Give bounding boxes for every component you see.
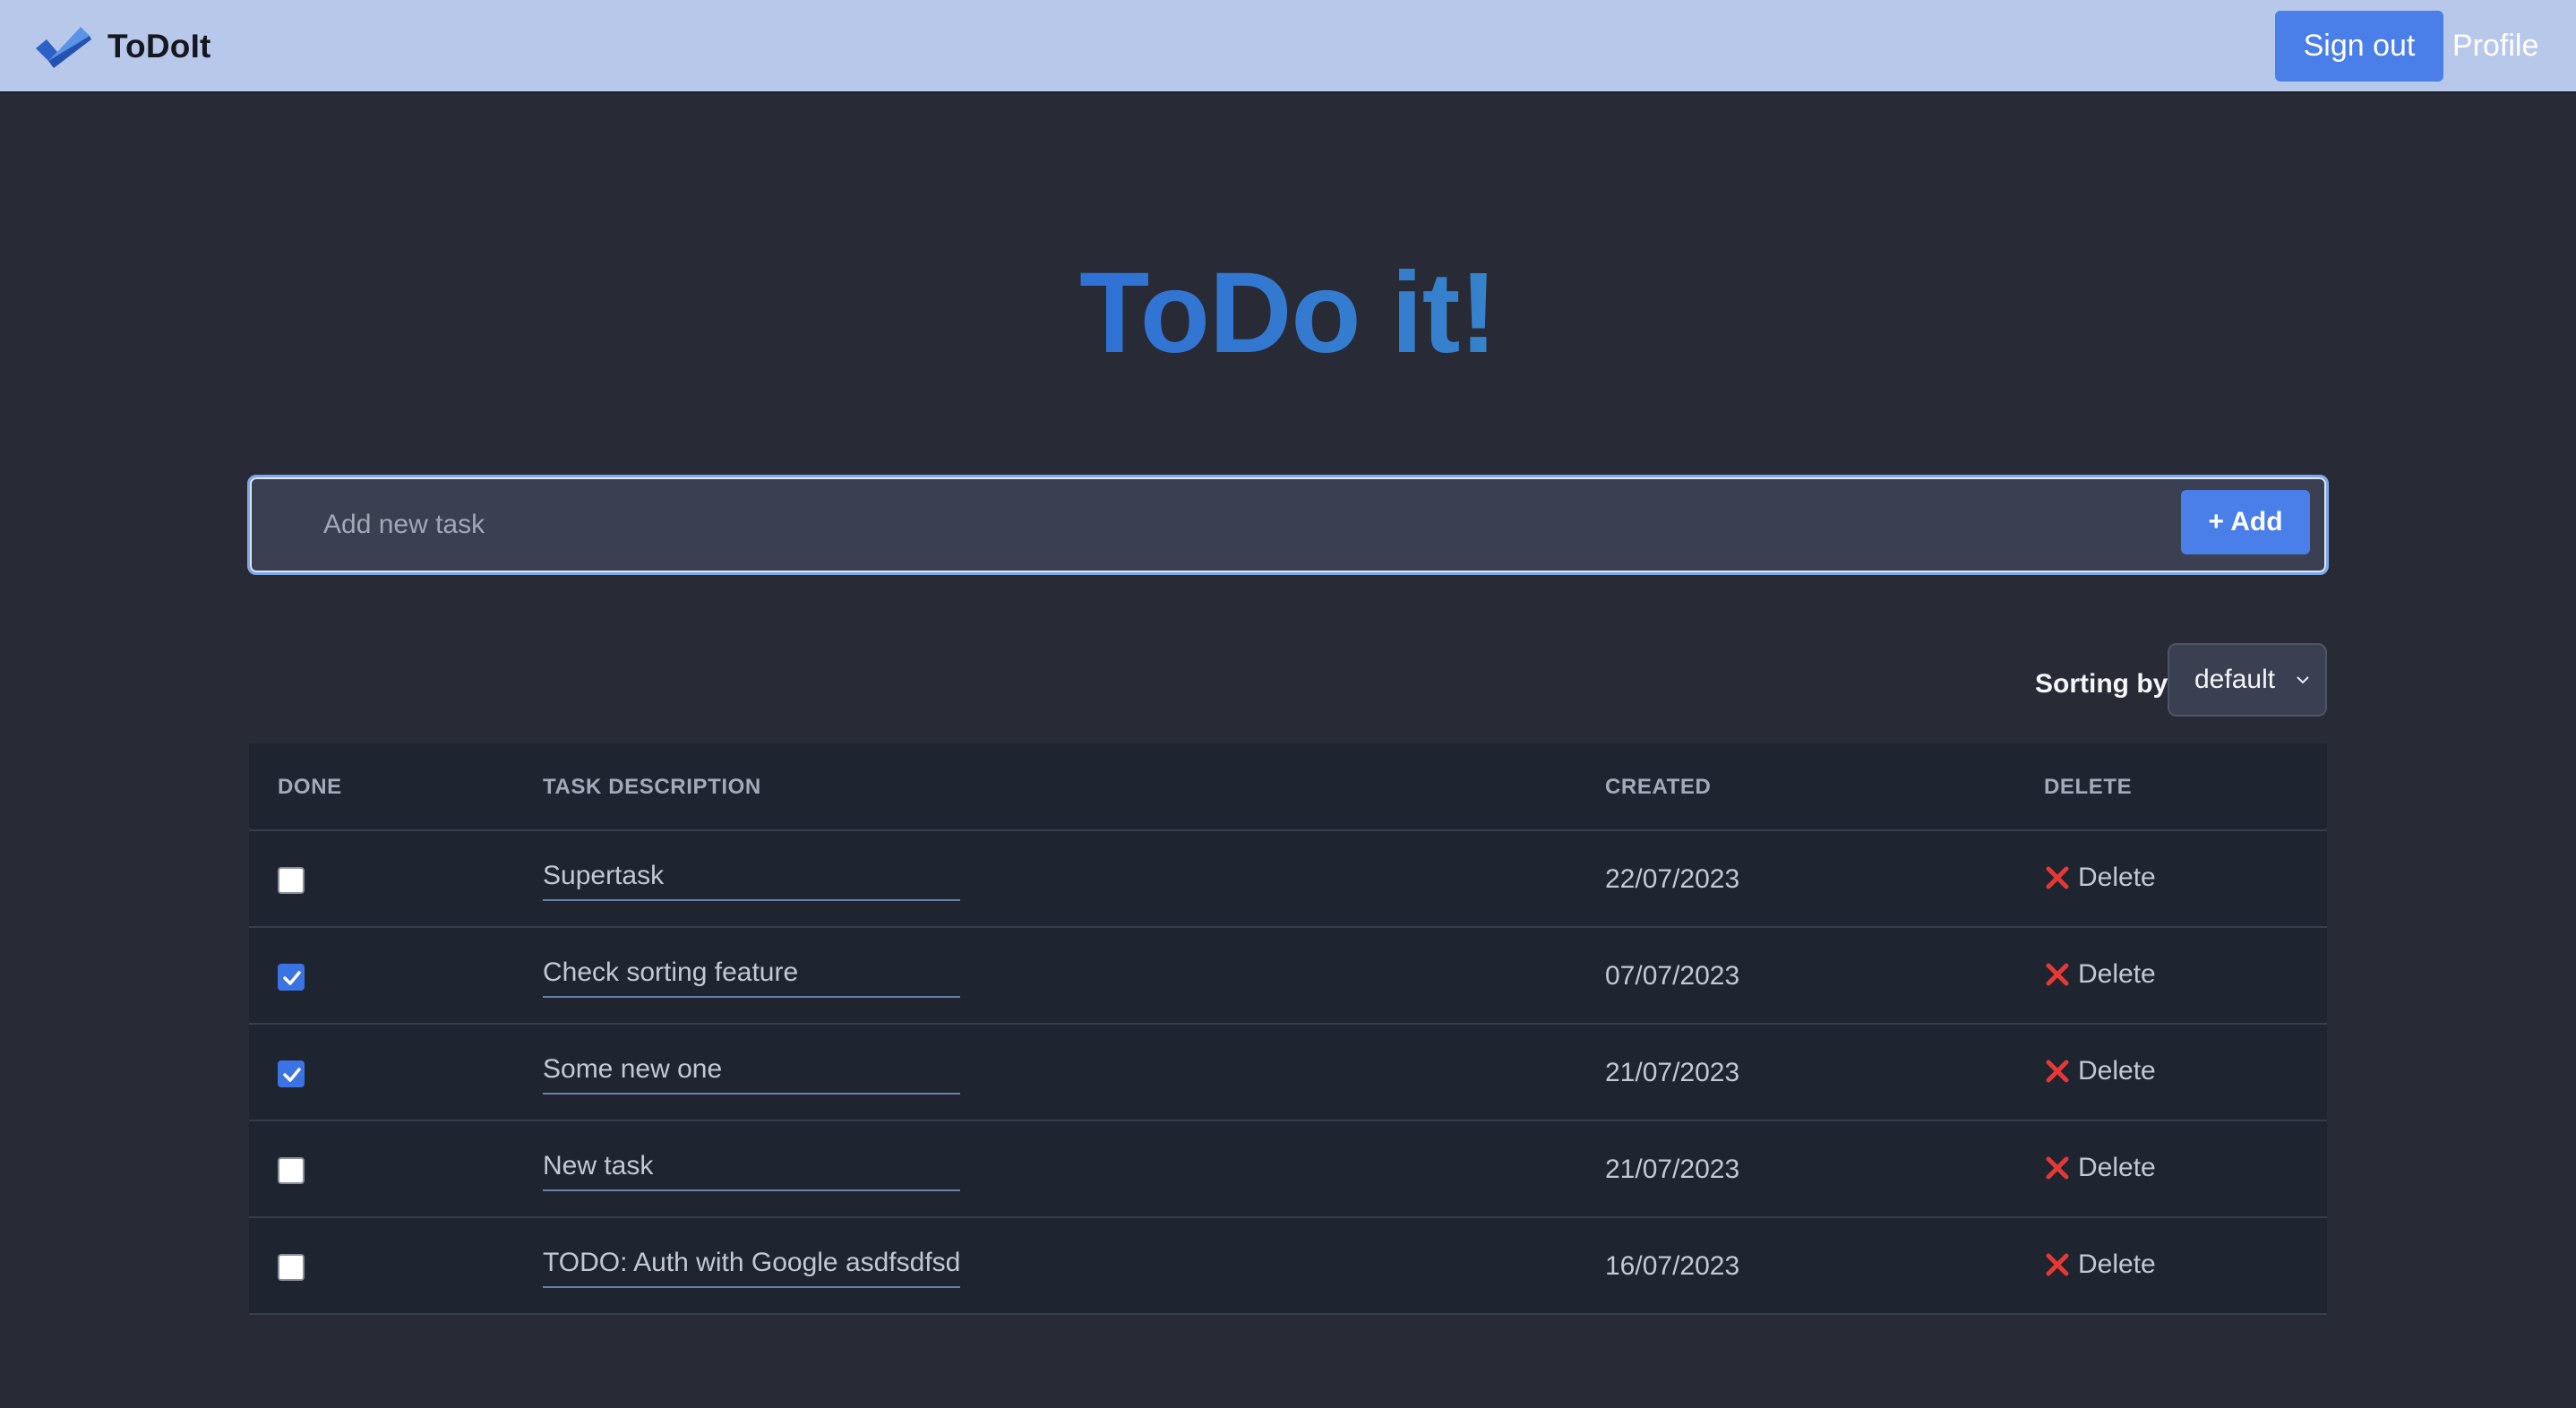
done-checkbox[interactable]	[278, 1157, 305, 1184]
header-created: CREATED	[1605, 775, 1712, 799]
close-x-icon	[2046, 963, 2069, 986]
created-date: 21/07/2023	[1605, 1058, 1740, 1087]
delete-label: Delete	[2078, 1153, 2156, 1182]
header-done: DONE	[278, 775, 342, 799]
add-task-button[interactable]: + Add	[2181, 490, 2310, 554]
brand-link[interactable]: ToDoIt	[36, 20, 211, 73]
created-date: 07/07/2023	[1605, 961, 1740, 991]
done-checkbox[interactable]	[278, 1254, 305, 1281]
table-row: Some new one 21/07/2023 Delete	[249, 1025, 2327, 1121]
sorting-select[interactable]: default	[2168, 643, 2327, 717]
task-table: DONE TASK DESCRIPTION CREATED DELETE Sup…	[249, 743, 2327, 1315]
close-x-icon	[2046, 866, 2069, 889]
created-date: 16/07/2023	[1605, 1251, 1740, 1281]
close-x-icon	[2046, 1253, 2069, 1276]
done-checkbox[interactable]	[278, 1060, 305, 1087]
task-description-input[interactable]: Some new one	[543, 1052, 960, 1095]
add-task-form: + Add	[247, 475, 2329, 575]
profile-link[interactable]: Profile	[2452, 24, 2538, 67]
task-description-input[interactable]: Supertask	[543, 858, 960, 901]
done-checkbox[interactable]	[278, 867, 305, 894]
table-row: New task 21/07/2023 Delete	[249, 1121, 2327, 1218]
top-navbar: ToDoIt Sign out Profile	[0, 0, 2576, 93]
page-title: ToDo it!	[0, 251, 2576, 376]
delete-button[interactable]: Delete	[2044, 957, 2156, 992]
table-row: Supertask 22/07/2023 Delete	[249, 831, 2327, 928]
created-date: 22/07/2023	[1605, 864, 1740, 894]
delete-button[interactable]: Delete	[2044, 1053, 2156, 1089]
sorting-label: Sorting by:	[2035, 669, 2177, 699]
delete-label: Delete	[2078, 1249, 2156, 1279]
chevron-down-icon	[2297, 676, 2309, 684]
header-delete: DELETE	[2044, 775, 2133, 799]
table-row: Check sorting feature 07/07/2023 Delete	[249, 928, 2327, 1025]
delete-label: Delete	[2078, 959, 2156, 989]
brand-name: ToDoIt	[107, 28, 211, 64]
delete-button[interactable]: Delete	[2044, 1247, 2156, 1283]
table-row: TODO: Auth with Google asdfsdfsdf 16/07/…	[249, 1218, 2327, 1315]
double-checkmark-logo-icon	[36, 27, 91, 68]
delete-button[interactable]: Delete	[2044, 1150, 2156, 1186]
close-x-icon	[2046, 1156, 2069, 1180]
checkmark-icon	[283, 1068, 301, 1082]
task-description-input[interactable]: TODO: Auth with Google asdfsdfsdf	[543, 1245, 960, 1288]
delete-label: Delete	[2078, 1056, 2156, 1086]
sorting-selected-value: default	[2194, 665, 2276, 694]
delete-button[interactable]: Delete	[2044, 860, 2156, 896]
done-checkbox[interactable]	[278, 964, 305, 991]
checkmark-icon	[283, 971, 301, 985]
task-description-input[interactable]: Check sorting feature	[543, 955, 960, 998]
table-header: DONE TASK DESCRIPTION CREATED DELETE	[249, 743, 2327, 831]
header-task-description: TASK DESCRIPTION	[543, 775, 761, 799]
delete-label: Delete	[2078, 863, 2156, 892]
sign-out-button[interactable]: Sign out	[2275, 11, 2443, 82]
created-date: 21/07/2023	[1605, 1155, 1740, 1184]
add-task-input[interactable]	[261, 486, 2142, 563]
task-description-input[interactable]: New task	[543, 1148, 960, 1191]
close-x-icon	[2046, 1060, 2069, 1083]
